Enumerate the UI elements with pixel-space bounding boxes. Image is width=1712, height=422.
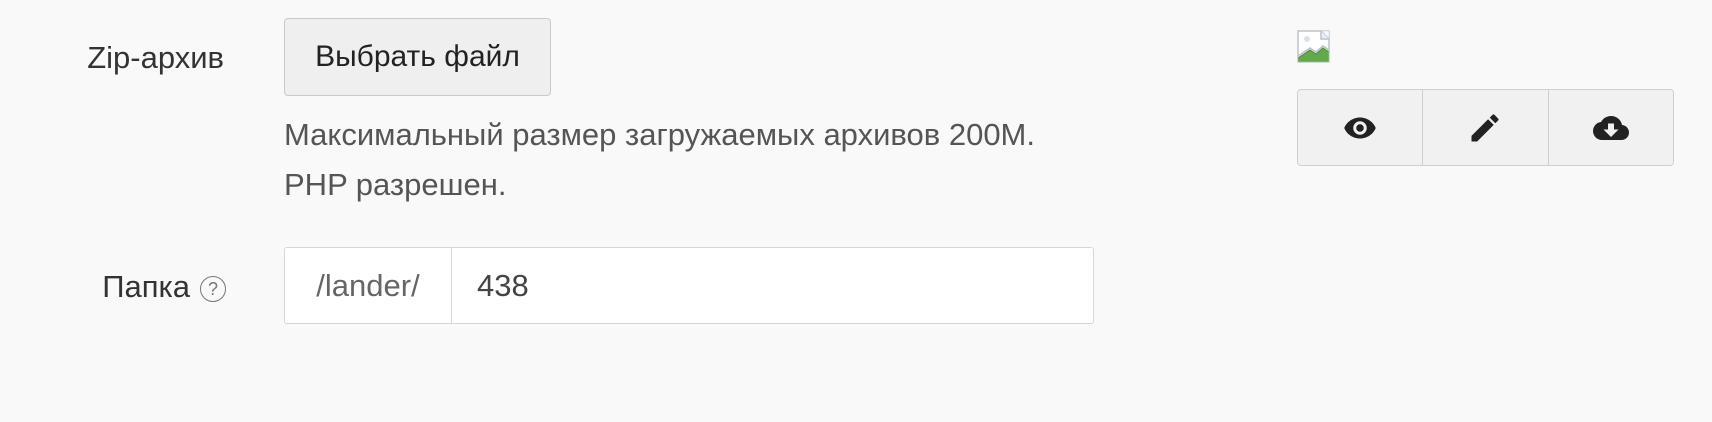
eye-icon bbox=[1344, 117, 1376, 138]
upload-hint-line2: PHP разрешен. bbox=[284, 167, 507, 202]
zip-archive-label: Zip-архив bbox=[87, 40, 224, 75]
folder-label-group: Папка ? bbox=[102, 271, 226, 302]
cloud-download-icon bbox=[1592, 115, 1629, 140]
folder-input[interactable] bbox=[452, 248, 1093, 323]
pencil-icon bbox=[1471, 113, 1499, 141]
preview-actions bbox=[1297, 89, 1674, 166]
choose-file-button[interactable]: Выбрать файл bbox=[284, 18, 551, 96]
broken-image-icon bbox=[1297, 30, 1330, 63]
download-button[interactable] bbox=[1547, 90, 1673, 165]
upload-hint: Максимальный размер загружаемых архивов … bbox=[284, 110, 1104, 210]
upload-hint-line1: Максимальный размер загружаемых архивов … bbox=[284, 117, 1035, 152]
folder-label: Папка bbox=[102, 269, 190, 304]
folder-prefix: /lander/ bbox=[285, 248, 452, 323]
edit-button[interactable] bbox=[1422, 90, 1548, 165]
folder-input-group: /lander/ bbox=[284, 247, 1094, 324]
help-icon[interactable]: ? bbox=[200, 275, 226, 302]
preview-button[interactable] bbox=[1298, 90, 1423, 165]
landing-upload-form: Zip-архив Выбрать файл Максимальный разм… bbox=[0, 0, 1712, 422]
